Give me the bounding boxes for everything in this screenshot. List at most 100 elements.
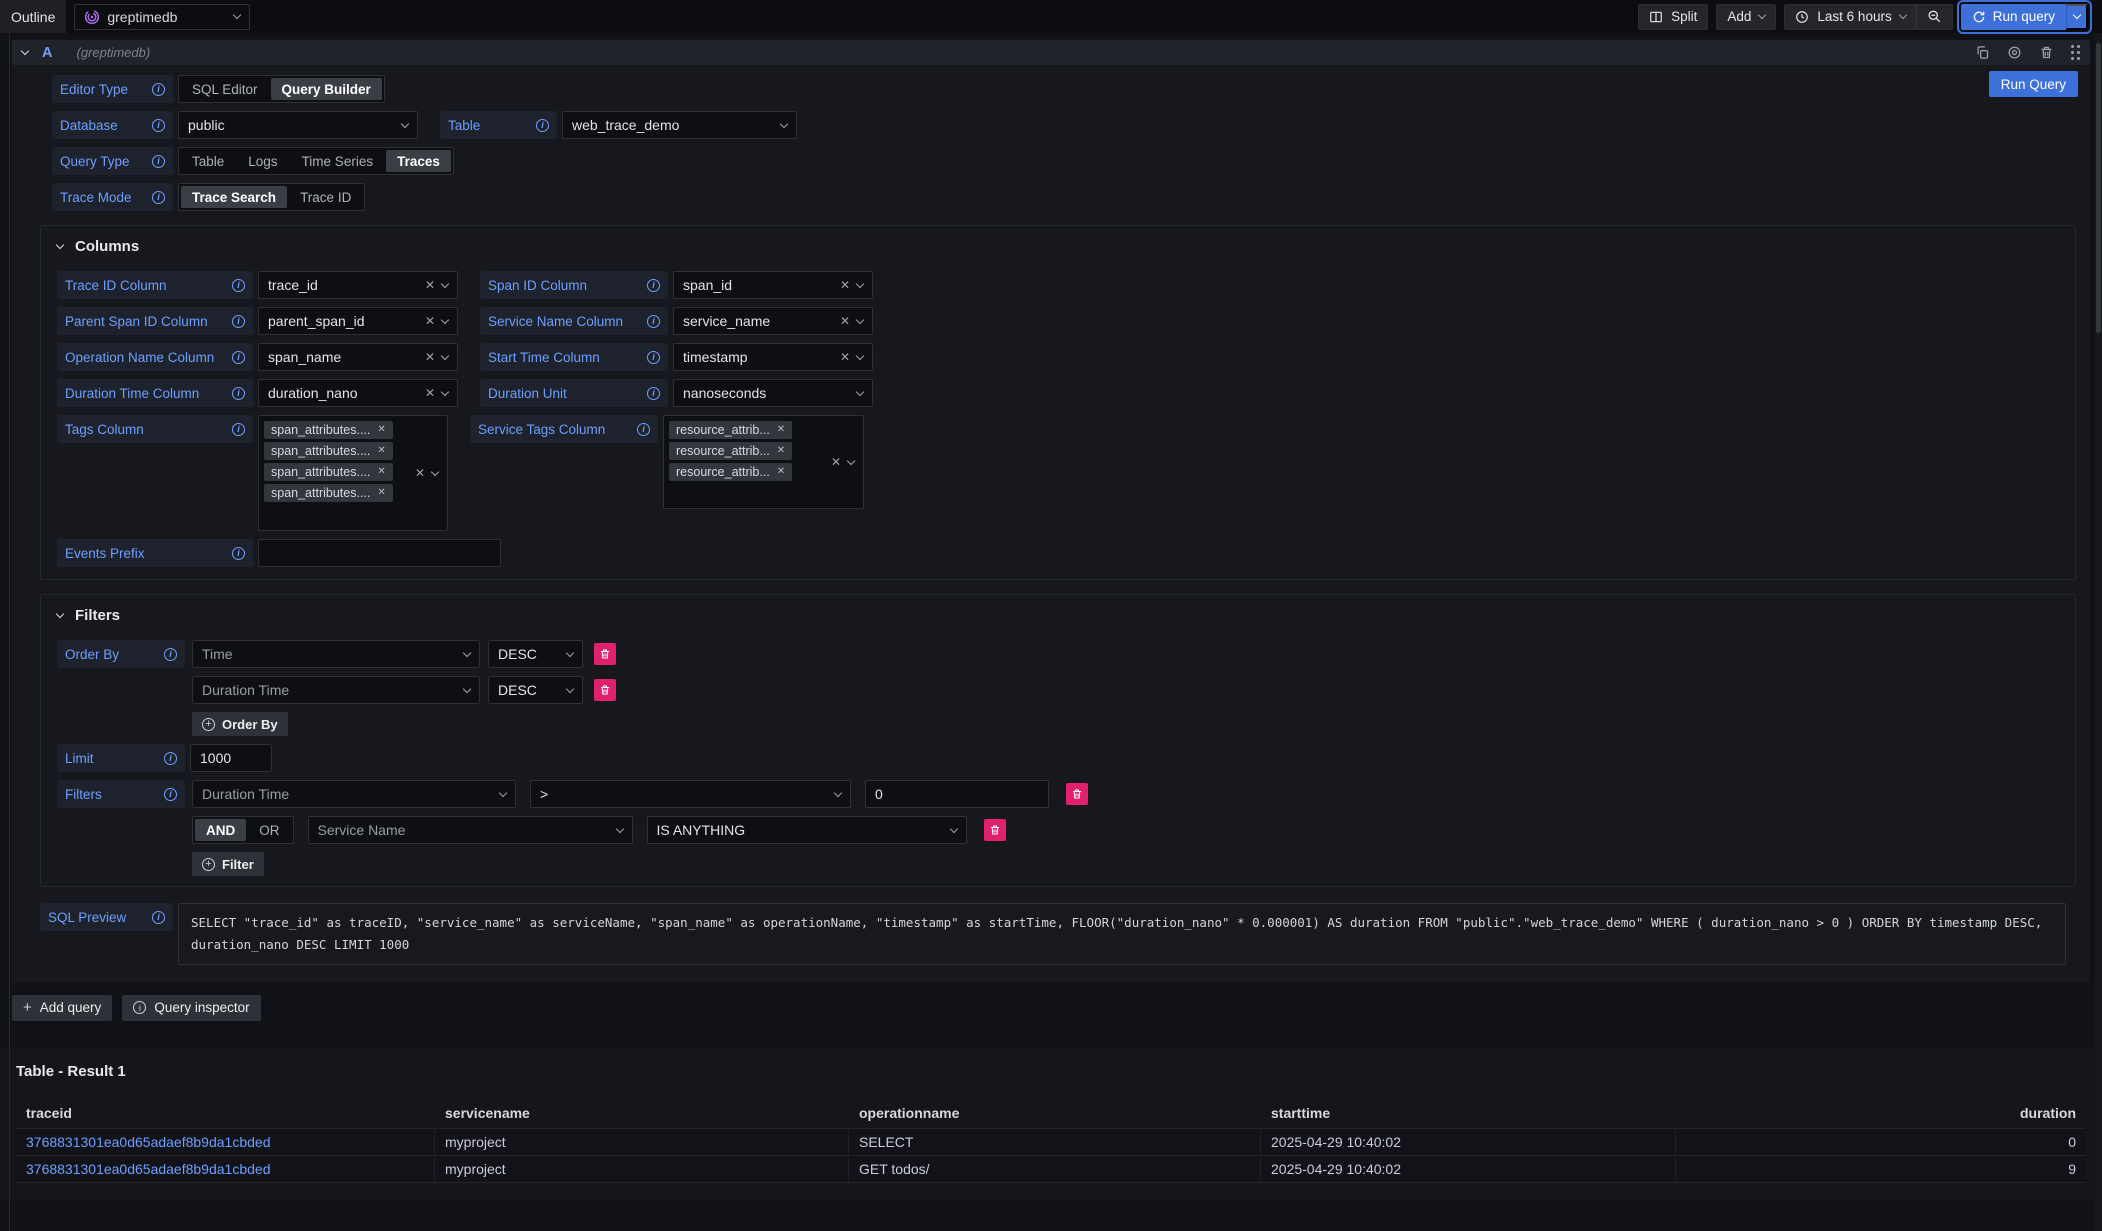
order-by-field-select[interactable]: Duration Time	[192, 676, 480, 704]
clear-icon[interactable]	[425, 315, 435, 327]
duration-unit-select[interactable]: nanoseconds	[673, 379, 873, 407]
info-icon[interactable]	[164, 788, 177, 801]
remove-chip-icon[interactable]	[777, 446, 785, 456]
info-icon[interactable]	[152, 83, 165, 96]
service-name-column-select[interactable]: service_name	[673, 307, 873, 335]
info-icon[interactable]	[232, 423, 245, 436]
query-inspector-button[interactable]: Query inspector	[122, 995, 260, 1021]
remove-chip-icon[interactable]	[377, 467, 385, 477]
order-by-direction-select[interactable]: DESC	[488, 640, 583, 668]
info-icon[interactable]	[152, 119, 165, 132]
info-icon[interactable]	[232, 315, 245, 328]
editor-run-query-button[interactable]: Run Query	[1989, 71, 2078, 97]
filter-field-select[interactable]: Service Name	[308, 816, 633, 844]
duration-time-column-select[interactable]: duration_nano	[258, 379, 458, 407]
outline-toggle[interactable]: Outline	[0, 0, 66, 33]
disable-query-icon[interactable]	[2007, 45, 2022, 60]
clear-all-icon[interactable]	[831, 456, 841, 468]
filter-and-option[interactable]: AND	[195, 819, 246, 841]
info-icon[interactable]	[232, 387, 245, 400]
clear-all-icon[interactable]	[415, 467, 425, 479]
info-icon[interactable]	[232, 351, 245, 364]
datasource-picker[interactable]: greptimedb	[74, 4, 250, 30]
info-icon[interactable]	[647, 351, 660, 364]
clear-icon[interactable]	[840, 351, 850, 363]
filter-field-select[interactable]: Duration Time	[192, 780, 516, 808]
info-icon[interactable]	[647, 315, 660, 328]
database-select[interactable]: public	[178, 111, 418, 139]
info-icon[interactable]	[152, 191, 165, 204]
order-by-direction-select[interactable]: DESC	[488, 676, 583, 704]
remove-chip-icon[interactable]	[377, 446, 385, 456]
column-header-duration[interactable]: duration	[1676, 1105, 2086, 1121]
zoom-out-button[interactable]	[1917, 5, 1952, 29]
trace-mode-id[interactable]: Trace ID	[289, 186, 362, 208]
duplicate-query-icon[interactable]	[1975, 45, 1990, 60]
add-button[interactable]: Add	[1716, 4, 1776, 30]
add-order-by-button[interactable]: Order By	[192, 712, 288, 736]
info-icon[interactable]	[536, 119, 549, 132]
tags-column-multiselect[interactable]: span_attributes.... span_attributes.... …	[258, 415, 448, 531]
column-header-traceid[interactable]: traceid	[16, 1105, 435, 1121]
info-icon[interactable]	[637, 423, 650, 436]
operation-name-column-select[interactable]: span_name	[258, 343, 458, 371]
trace-id-link[interactable]: 3768831301ea0d65adaef8b9da1cbded	[26, 1161, 270, 1177]
collapse-chevron-icon[interactable]	[21, 47, 29, 55]
column-header-starttime[interactable]: starttime	[1261, 1105, 1676, 1121]
column-header-servicename[interactable]: servicename	[435, 1105, 849, 1121]
info-icon[interactable]	[164, 752, 177, 765]
filters-section-toggle[interactable]: Filters	[57, 607, 2059, 624]
pane-resize-handle[interactable]	[9, 33, 10, 1231]
clear-icon[interactable]	[425, 351, 435, 363]
info-icon[interactable]	[232, 547, 245, 560]
events-prefix-input[interactable]	[258, 539, 501, 567]
span-id-column-select[interactable]: span_id	[673, 271, 873, 299]
add-filter-button[interactable]: Filter	[192, 852, 264, 876]
remove-chip-icon[interactable]	[377, 425, 385, 435]
info-icon[interactable]	[647, 279, 660, 292]
remove-filter-button[interactable]	[984, 819, 1006, 841]
clear-icon[interactable]	[425, 279, 435, 291]
run-query-button[interactable]: Run query	[1961, 4, 2066, 30]
drag-handle-icon[interactable]	[2071, 45, 2080, 60]
query-type-table[interactable]: Table	[181, 150, 235, 172]
trace-id-link[interactable]: 3768831301ea0d65adaef8b9da1cbded	[26, 1134, 270, 1150]
remove-chip-icon[interactable]	[777, 467, 785, 477]
add-query-button[interactable]: Add query	[12, 995, 112, 1021]
parent-span-id-column-select[interactable]: parent_span_id	[258, 307, 458, 335]
filter-operator-select[interactable]: >	[530, 780, 851, 808]
split-button[interactable]: Split	[1638, 4, 1708, 30]
columns-section-toggle[interactable]: Columns	[57, 238, 2059, 255]
query-type-time-series[interactable]: Time Series	[291, 150, 385, 172]
clear-icon[interactable]	[840, 315, 850, 327]
remove-filter-button[interactable]	[1066, 783, 1088, 805]
remove-order-by-button[interactable]	[594, 643, 616, 665]
order-by-field-select[interactable]: Time	[192, 640, 480, 668]
column-header-operationname[interactable]: operationname	[849, 1105, 1261, 1121]
remove-chip-icon[interactable]	[777, 425, 785, 435]
remove-order-by-button[interactable]	[594, 679, 616, 701]
delete-query-icon[interactable]	[2039, 45, 2054, 60]
table-select[interactable]: web_trace_demo	[562, 111, 797, 139]
editor-type-sql-editor[interactable]: SQL Editor	[181, 78, 269, 100]
info-icon[interactable]	[164, 648, 177, 661]
clear-icon[interactable]	[840, 279, 850, 291]
editor-type-query-builder[interactable]: Query Builder	[271, 78, 382, 100]
info-icon[interactable]	[152, 155, 165, 168]
info-icon[interactable]	[152, 911, 165, 924]
info-icon[interactable]	[232, 279, 245, 292]
filter-or-option[interactable]: OR	[248, 819, 290, 841]
trace-id-column-select[interactable]: trace_id	[258, 271, 458, 299]
query-type-traces[interactable]: Traces	[386, 150, 451, 172]
clear-icon[interactable]	[425, 387, 435, 399]
time-range-picker[interactable]: Last 6 hours	[1785, 5, 1915, 29]
limit-input[interactable]	[190, 744, 272, 772]
query-type-logs[interactable]: Logs	[237, 150, 288, 172]
scrollbar[interactable]	[2095, 33, 2102, 1231]
remove-chip-icon[interactable]	[377, 488, 385, 498]
filter-value-input[interactable]	[865, 780, 1049, 808]
query-row-header[interactable]: A (greptimedb)	[12, 40, 2090, 65]
service-tags-column-multiselect[interactable]: resource_attrib... resource_attrib... re…	[663, 415, 864, 509]
filter-operator-select[interactable]: IS ANYTHING	[647, 816, 967, 844]
info-icon[interactable]	[647, 387, 660, 400]
